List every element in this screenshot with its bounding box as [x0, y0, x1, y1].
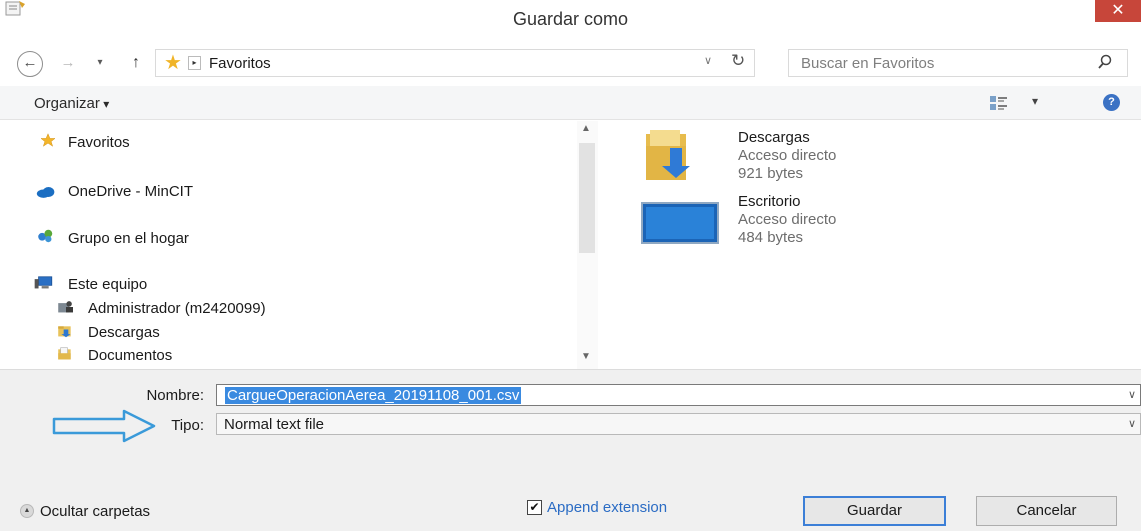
- forward-button[interactable]: →: [55, 51, 81, 75]
- save-button[interactable]: Guardar: [803, 496, 946, 526]
- nav-item-label: Descargas: [88, 324, 160, 341]
- append-extension-label[interactable]: Append extension: [547, 499, 667, 516]
- nav-item-label: Administrador (m2420099): [88, 300, 266, 317]
- hide-folders-label: Ocultar carpetas: [40, 503, 151, 520]
- downloads-folder-icon: [646, 130, 690, 180]
- star-icon: ★: [164, 52, 182, 74]
- file-name-input[interactable]: CargueOperacionAerea_20191108_001.csv: [225, 387, 522, 404]
- nav-item-label: OneDrive - MinCIT: [68, 183, 194, 200]
- nav-item-label: Documentos: [88, 347, 173, 364]
- append-extension-checkbox[interactable]: ✔: [527, 500, 542, 515]
- search-icon[interactable]: [1097, 54, 1113, 70]
- address-bar[interactable]: ★ ▸ Favoritos ∨ ↻: [155, 49, 755, 77]
- nav-pane-scrollbar[interactable]: ▲ ▼: [577, 121, 598, 369]
- toolbar: Organizar ▾ ?: [0, 86, 1141, 120]
- file-type-select[interactable]: Normal text file ∨: [216, 413, 1141, 435]
- homegroup-icon: [38, 229, 53, 243]
- file-type-value: Normal text file: [224, 416, 325, 433]
- chevron-down-icon[interactable]: ∨: [1128, 388, 1136, 401]
- scroll-up-icon[interactable]: ▲: [581, 123, 591, 134]
- organize-button[interactable]: Organizar: [34, 95, 109, 112]
- refresh-icon[interactable]: ↻: [731, 51, 745, 71]
- navigation-bar: ← → ▾ ↑ ★ ▸ Favoritos ∨ ↻ Buscar en Favo…: [0, 44, 1141, 82]
- chevron-down-icon[interactable]: ∨: [1128, 417, 1136, 430]
- file-size: 484 bytes: [738, 229, 804, 246]
- scrollbar-thumb[interactable]: [579, 143, 595, 253]
- file-name-field[interactable]: CargueOperacionAerea_20191108_001.csv ∨: [216, 384, 1141, 406]
- window-title: Guardar como: [512, 9, 629, 29]
- nav-item-label: Este equipo: [68, 276, 148, 293]
- navigation-pane: Favoritos OneDrive - MinCIT Grupo en el …: [0, 121, 598, 369]
- file-name: Descargas: [738, 129, 810, 146]
- documents-folder-icon: [58, 347, 71, 360]
- cloud-icon: [36, 187, 55, 198]
- view-options-icon[interactable]: [990, 95, 1008, 111]
- chevron-up-icon[interactable]: ▲: [20, 504, 34, 518]
- help-icon[interactable]: ?: [1103, 94, 1120, 111]
- search-input[interactable]: Buscar en Favoritos: [801, 55, 934, 72]
- file-name: Escritorio: [738, 193, 801, 210]
- address-dropdown-icon[interactable]: ∨: [704, 54, 712, 67]
- annotation-arrow-icon: [52, 409, 156, 443]
- search-box[interactable]: Buscar en Favoritos: [788, 49, 1128, 77]
- file-type: Acceso directo: [738, 211, 837, 228]
- file-size: 921 bytes: [738, 165, 804, 182]
- close-button[interactable]: ✕: [1095, 0, 1141, 22]
- recent-locations-button[interactable]: ▾: [92, 51, 108, 75]
- breadcrumb-arrow-icon[interactable]: ▸: [188, 56, 201, 70]
- cancel-button[interactable]: Cancelar: [976, 496, 1117, 526]
- user-folder-icon: [58, 301, 73, 313]
- back-button[interactable]: ←: [17, 51, 43, 77]
- computer-icon: [34, 276, 53, 289]
- file-type: Acceso directo: [738, 147, 837, 164]
- star-icon: [40, 133, 56, 147]
- name-label: Nombre:: [146, 387, 204, 404]
- up-button[interactable]: ↑: [128, 51, 144, 75]
- downloads-folder-icon: [58, 326, 71, 338]
- title-bar: Guardar como ✕: [0, 0, 1141, 40]
- scroll-down-icon[interactable]: ▼: [581, 351, 591, 362]
- nav-item-label: Favoritos: [68, 134, 130, 151]
- view-dropdown-icon[interactable]: ▾: [1032, 94, 1038, 108]
- breadcrumb-location[interactable]: Favoritos: [209, 55, 271, 72]
- desktop-icon: [641, 202, 719, 244]
- nav-item-label: Grupo en el hogar: [68, 230, 189, 247]
